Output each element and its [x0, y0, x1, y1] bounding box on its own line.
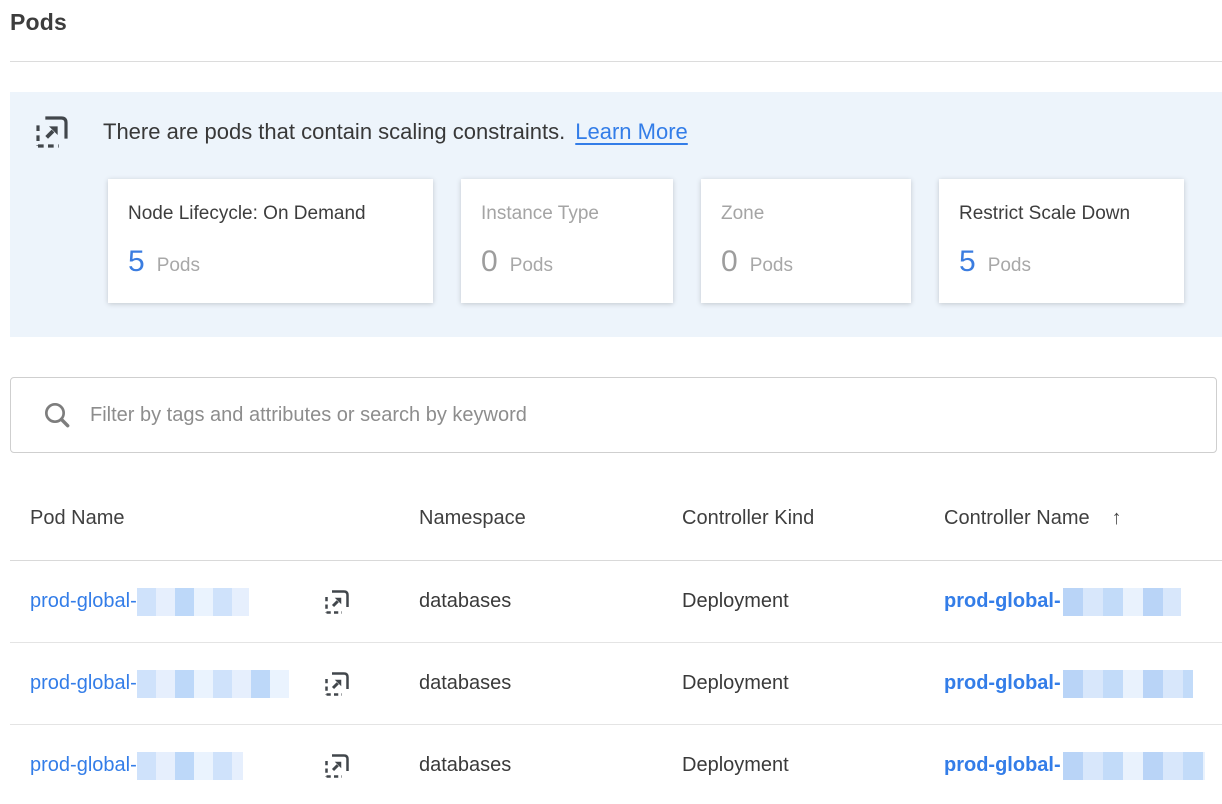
pod-name-cell: prod-global- [30, 588, 419, 616]
redacted-pod-name [137, 670, 289, 698]
card-zone[interactable]: Zone 0 Pods [701, 179, 911, 303]
column-header-pod-name[interactable]: Pod Name [30, 507, 419, 530]
card-title: Node Lifecycle: On Demand [128, 203, 415, 225]
scaling-constraints-banner: There are pods that contain scaling cons… [10, 92, 1222, 337]
card-unit: Pods [750, 255, 793, 277]
scale-out-icon [32, 112, 72, 152]
pod-name-link[interactable]: prod-global- [30, 754, 137, 777]
constraint-cards: Node Lifecycle: On Demand 5 Pods Instanc… [108, 179, 1222, 303]
namespace-cell: databases [419, 672, 682, 695]
scale-out-icon[interactable] [322, 751, 352, 781]
card-node-lifecycle[interactable]: Node Lifecycle: On Demand 5 Pods [108, 179, 433, 303]
card-instance-type[interactable]: Instance Type 0 Pods [461, 179, 673, 303]
pod-name-link[interactable]: prod-global- [30, 672, 137, 695]
namespace-cell: databases [419, 754, 682, 777]
card-restrict-scale-down[interactable]: Restrict Scale Down 5 Pods [939, 179, 1184, 303]
search-icon [41, 399, 73, 431]
redacted-pod-name [137, 588, 249, 616]
table-header: Pod Name Namespace Controller Kind Contr… [10, 453, 1222, 561]
table-row: prod-global- databases Deployment prod-g… [10, 643, 1222, 725]
learn-more-link[interactable]: Learn More [575, 119, 688, 144]
card-unit: Pods [988, 255, 1031, 277]
page-title: Pods [10, 0, 1222, 36]
redacted-controller-name [1063, 752, 1205, 780]
card-title: Instance Type [481, 203, 655, 225]
pods-page: Pods There are pods that contain scaling… [0, 0, 1222, 804]
banner-message: There are pods that contain scaling cons… [103, 119, 688, 145]
controller-name-cell[interactable]: prod-global- [944, 670, 1222, 698]
namespace-cell: databases [419, 590, 682, 613]
scale-out-icon[interactable] [322, 669, 352, 699]
controller-name-cell[interactable]: prod-global- [944, 588, 1222, 616]
divider [10, 61, 1222, 62]
controller-kind-cell: Deployment [682, 590, 944, 613]
card-unit: Pods [157, 255, 200, 277]
sort-asc-icon[interactable]: ↑ [1112, 507, 1122, 529]
controller-name-cell[interactable]: prod-global- [944, 752, 1222, 780]
column-header-namespace[interactable]: Namespace [419, 507, 682, 530]
card-count: 0 [481, 245, 498, 279]
column-header-controller-kind[interactable]: Controller Kind [682, 507, 944, 530]
redacted-controller-name [1063, 670, 1193, 698]
card-title: Zone [721, 203, 893, 225]
card-title: Restrict Scale Down [959, 203, 1166, 225]
search-input[interactable] [90, 378, 1216, 452]
card-count: 0 [721, 245, 738, 279]
controller-kind-cell: Deployment [682, 672, 944, 695]
table-row: prod-global- databases Deployment prod-g… [10, 561, 1222, 643]
controller-kind-cell: Deployment [682, 754, 944, 777]
pod-name-cell: prod-global- [30, 670, 419, 698]
redacted-controller-name [1063, 588, 1181, 616]
pod-name-cell: prod-global- [30, 752, 419, 780]
redacted-pod-name [137, 752, 243, 780]
table-row: prod-global- databases Deployment prod-g… [10, 725, 1222, 804]
column-header-controller-name[interactable]: Controller Name↑ [944, 507, 1222, 530]
pods-table: Pod Name Namespace Controller Kind Contr… [10, 453, 1222, 804]
card-count: 5 [128, 245, 145, 279]
scale-out-icon[interactable] [322, 587, 352, 617]
pod-name-link[interactable]: prod-global- [30, 590, 137, 613]
card-unit: Pods [510, 255, 553, 277]
banner-head: There are pods that contain scaling cons… [32, 112, 1222, 152]
card-count: 5 [959, 245, 976, 279]
filter-search-box [10, 377, 1217, 453]
